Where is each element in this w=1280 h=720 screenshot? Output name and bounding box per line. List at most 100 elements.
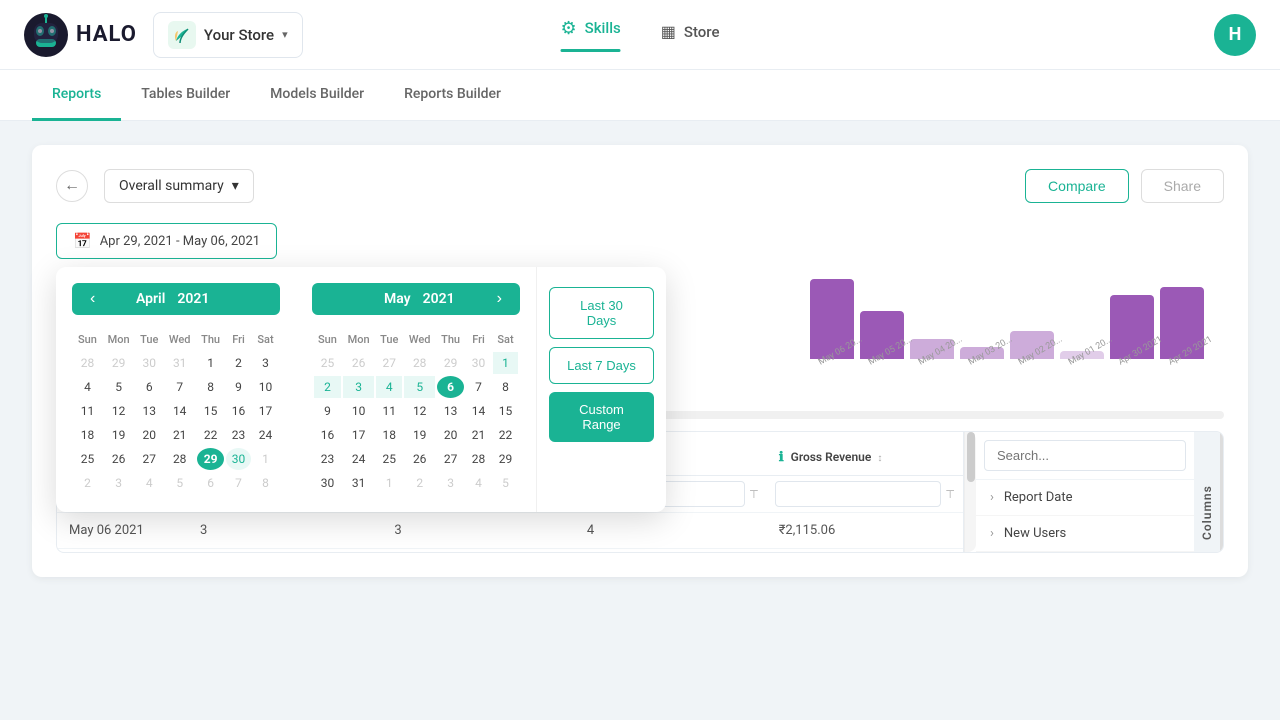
cal-day[interactable]: 20 [437, 424, 464, 446]
cal-day[interactable]: 1 [493, 352, 518, 374]
cal-day[interactable]: 8 [197, 376, 224, 398]
back-button[interactable]: ← [56, 170, 88, 202]
share-button[interactable]: Share [1141, 169, 1224, 203]
cal-day[interactable]: 31 [164, 352, 195, 374]
cal-day[interactable]: 26 [343, 352, 374, 374]
cal-day[interactable]: 27 [136, 448, 162, 470]
cal-day[interactable]: 27 [376, 352, 402, 374]
store-selector[interactable]: Your Store ▾ [153, 12, 303, 58]
search-input[interactable] [984, 440, 1186, 471]
cal-day[interactable]: 12 [404, 400, 435, 422]
cal-day[interactable]: 19 [404, 424, 435, 446]
cal-day[interactable]: 4 [466, 472, 491, 494]
cal-day[interactable]: 29 [103, 352, 134, 374]
cal-day-selected-start[interactable]: 29 [197, 448, 224, 470]
nav-skills[interactable]: ⚙ Skills [561, 18, 621, 52]
last-7-days-button[interactable]: Last 7 Days [549, 347, 654, 384]
cal-day[interactable]: 14 [164, 400, 195, 422]
cal-day[interactable]: 28 [404, 352, 435, 374]
cal-day[interactable]: 17 [343, 424, 374, 446]
cal-day[interactable]: 9 [314, 400, 341, 422]
cal-day[interactable]: 8 [493, 376, 518, 398]
date-range-button[interactable]: 📅 Apr 29, 2021 - May 06, 2021 [56, 223, 277, 259]
cal-day[interactable]: 22 [493, 424, 518, 446]
cal-day[interactable]: 20 [136, 424, 162, 446]
cal-day[interactable]: 3 [253, 352, 278, 374]
cal-day[interactable]: 29 [437, 352, 464, 374]
custom-range-button[interactable]: Custom Range [549, 392, 654, 442]
sidebar-new-users-item[interactable]: › New Users [976, 516, 1194, 552]
cal-day[interactable]: 5 [164, 472, 195, 494]
cal-day[interactable]: 25 [74, 448, 101, 470]
cal-day[interactable]: 28 [466, 448, 491, 470]
cal-day[interactable]: 2 [226, 352, 251, 374]
cal-day[interactable]: 26 [404, 448, 435, 470]
cal-day[interactable]: 16 [314, 424, 341, 446]
cal-day[interactable]: 15 [493, 400, 518, 422]
subnav-tables-builder[interactable]: Tables Builder [121, 70, 250, 121]
gross-revenue-filter-input[interactable] [775, 481, 942, 507]
cal-day[interactable]: 25 [314, 352, 341, 374]
cal-day[interactable]: 9 [226, 376, 251, 398]
cal-day[interactable]: 31 [343, 472, 374, 494]
subnav-reports[interactable]: Reports [32, 70, 121, 121]
cal-day[interactable]: 1 [253, 448, 278, 470]
cal-day[interactable]: 22 [197, 424, 224, 446]
prev-month-button[interactable]: ‹ [84, 291, 101, 307]
cal-day-in-range[interactable]: 3 [343, 376, 374, 398]
columns-tab[interactable]: Columns [1194, 432, 1223, 552]
cal-day[interactable]: 4 [74, 376, 101, 398]
cal-day[interactable]: 28 [74, 352, 101, 374]
gross-revenue-sort-icon[interactable]: ↕ [877, 453, 882, 464]
last-30-days-button[interactable]: Last 30 Days [549, 287, 654, 339]
cal-day[interactable]: 23 [226, 424, 251, 446]
cal-day[interactable]: 3 [103, 472, 134, 494]
cal-day[interactable]: 8 [253, 472, 278, 494]
cal-day[interactable]: 26 [103, 448, 134, 470]
next-month-button[interactable]: › [491, 291, 508, 307]
cal-day[interactable]: 21 [164, 424, 195, 446]
cal-day[interactable]: 13 [437, 400, 464, 422]
cal-day[interactable]: 15 [197, 400, 224, 422]
cal-day[interactable]: 7 [226, 472, 251, 494]
cal-day[interactable]: 1 [376, 472, 402, 494]
units-filter-icon[interactable]: ⊤ [749, 488, 759, 501]
cal-day[interactable]: 6 [136, 376, 162, 398]
vertical-scrollbar-thumb[interactable] [967, 432, 975, 482]
sidebar-report-date-item[interactable]: › Report Date [976, 480, 1194, 516]
cal-day-in-range[interactable]: 5 [404, 376, 435, 398]
cal-day[interactable]: 2 [404, 472, 435, 494]
cal-day[interactable]: 11 [74, 400, 101, 422]
cal-day[interactable]: 6 [197, 472, 224, 494]
cal-day[interactable]: 13 [136, 400, 162, 422]
avatar-button[interactable]: H [1214, 14, 1256, 56]
cal-day[interactable]: 4 [136, 472, 162, 494]
cal-day[interactable]: 18 [74, 424, 101, 446]
subnav-models-builder[interactable]: Models Builder [250, 70, 384, 121]
cal-day[interactable]: 27 [437, 448, 464, 470]
vertical-scrollbar[interactable] [964, 432, 976, 552]
gross-revenue-filter-icon[interactable]: ⊤ [945, 488, 955, 501]
cal-day[interactable]: 7 [164, 376, 195, 398]
summary-dropdown[interactable]: Overall summary ▾ [104, 169, 254, 203]
cal-day[interactable]: 21 [466, 424, 491, 446]
cal-day[interactable]: 29 [493, 448, 518, 470]
cal-day[interactable]: 17 [253, 400, 278, 422]
cal-day[interactable]: 7 [466, 376, 491, 398]
cal-day[interactable]: 30 [314, 472, 341, 494]
compare-button[interactable]: Compare [1025, 169, 1129, 203]
cal-day[interactable]: 24 [253, 424, 278, 446]
cal-day[interactable]: 30 [466, 352, 491, 374]
cal-day[interactable]: 28 [164, 448, 195, 470]
cal-day[interactable]: 5 [493, 472, 518, 494]
subnav-reports-builder[interactable]: Reports Builder [384, 70, 521, 121]
cal-day[interactable]: 1 [197, 352, 224, 374]
cal-day-in-range[interactable]: 30 [226, 448, 251, 470]
cal-day[interactable]: 23 [314, 448, 341, 470]
cal-day[interactable]: 14 [466, 400, 491, 422]
cal-day[interactable]: 10 [343, 400, 374, 422]
cal-day[interactable]: 5 [103, 376, 134, 398]
cal-day[interactable]: 11 [376, 400, 402, 422]
cal-day[interactable]: 30 [136, 352, 162, 374]
nav-store[interactable]: ▦ Store [661, 22, 720, 47]
